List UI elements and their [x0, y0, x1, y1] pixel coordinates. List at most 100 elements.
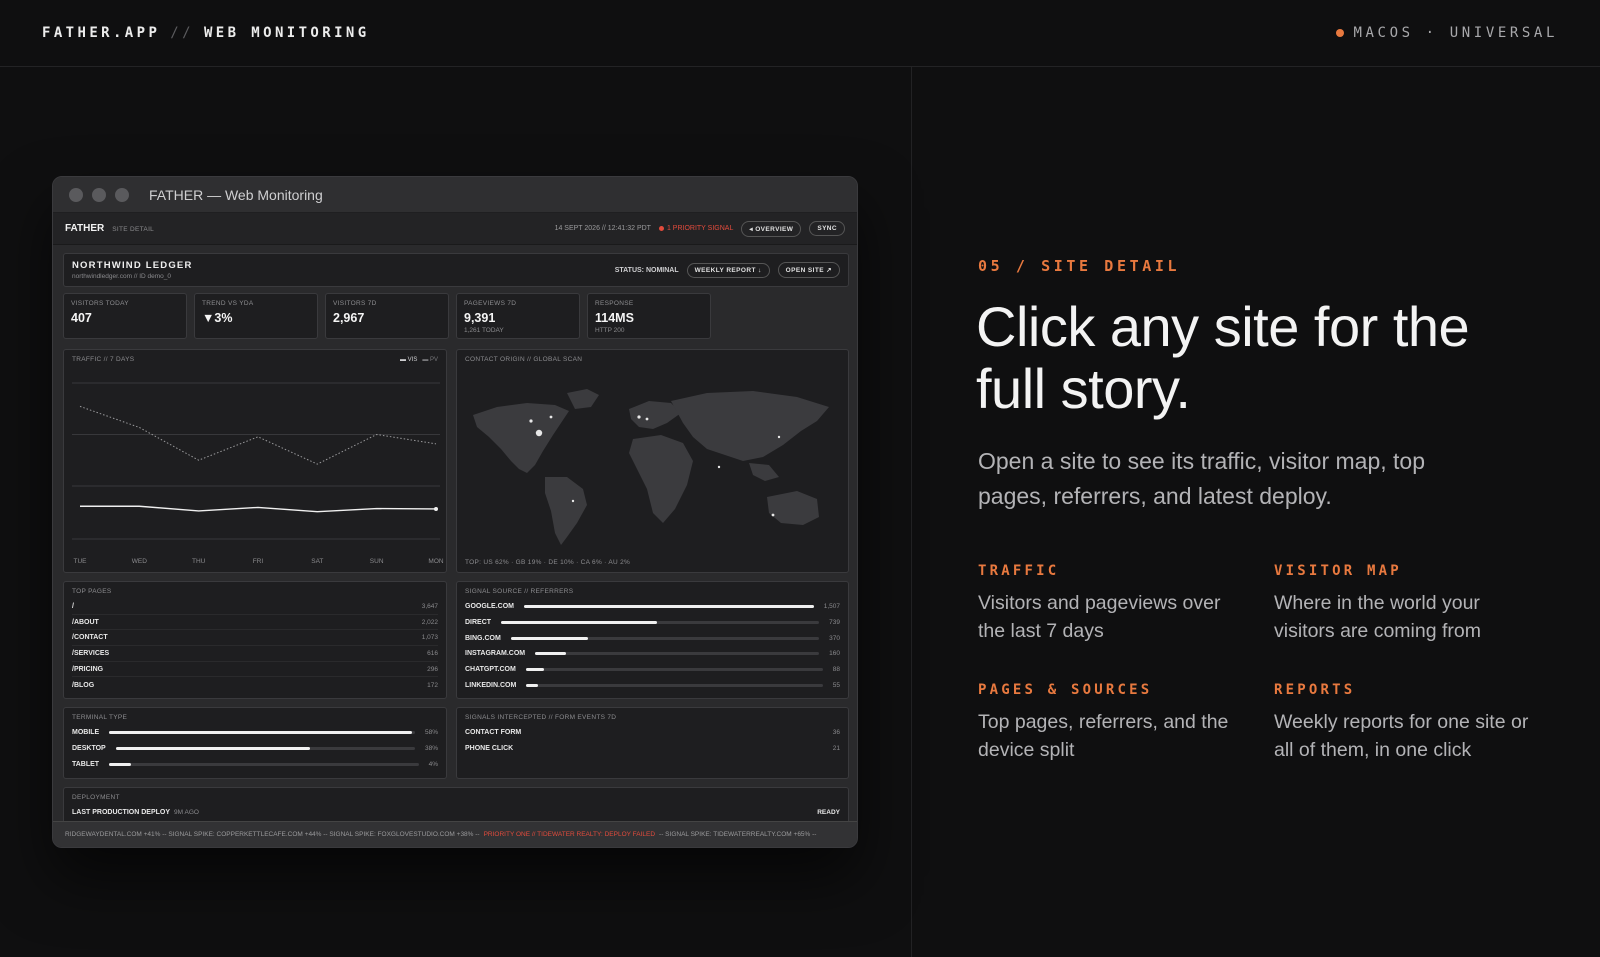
referrer-row[interactable]: INSTAGRAM.COM 160: [465, 646, 840, 662]
legend-vis[interactable]: ▬ VIS: [400, 357, 417, 363]
top-page-row[interactable]: /CONTACT 1,073: [72, 630, 438, 647]
x-tick-label: WED: [132, 558, 147, 565]
referrer-row[interactable]: LINKEDIN.COM 55: [465, 677, 840, 693]
kpi-sub: 1,261 TODAY: [464, 327, 504, 334]
referrer-name: BING.COM: [465, 634, 501, 642]
device-row[interactable]: DESKTOP 38%: [72, 741, 438, 757]
asia-shape: [671, 391, 829, 461]
series-endpoint[interactable]: [434, 506, 438, 511]
device-bar: [109, 731, 415, 735]
page-path: /PRICING: [72, 665, 104, 673]
visitor-dot[interactable]: [529, 419, 533, 423]
device-row[interactable]: MOBILE 58%: [72, 725, 438, 741]
traffic-panel: TRAFFIC // 7 DAYS ▬ VIS ▬ PV TUE WED THU FR…: [63, 349, 447, 573]
weekly-report-button[interactable]: WEEKLY REPORT ↓: [686, 262, 770, 278]
referrer-row[interactable]: CHATGPT.COM 88: [465, 662, 840, 678]
map-label: CONTACT ORIGIN // GLOBAL SCAN: [465, 356, 583, 363]
x-tick-label: TUE: [74, 558, 88, 565]
overview-button[interactable]: ◂ OVERVIEW: [741, 220, 802, 237]
device-bar-fill: [109, 762, 131, 766]
kpi-pageviews-7d: PAGEVIEWS 7D 9,391 1,261 TODAY: [456, 293, 580, 339]
page-path: /ABOUT: [72, 618, 99, 626]
kpi-label: PAGEVIEWS 7D: [464, 300, 517, 307]
referrer-bar: [501, 621, 820, 625]
window-title: FATHER — Web Monitoring: [149, 186, 323, 203]
referrer-count: 88: [832, 666, 840, 674]
device-row[interactable]: TABLET 4%: [72, 756, 438, 772]
feature-body: Weekly reports for one site or all of th…: [1274, 711, 1529, 761]
brand-section: WEB MONITORING: [203, 25, 370, 41]
top-page-row[interactable]: / 3,647: [72, 599, 438, 615]
platform-badge: MACOS · UNIVERSAL: [1335, 25, 1559, 41]
referrer-name: DIRECT: [465, 619, 492, 627]
visitor-dot[interactable]: [777, 435, 781, 439]
visitor-dot[interactable]: [637, 415, 641, 419]
ticker-text: RIDGEWAYDENTAL.COM +41% -- SIGNAL SPIKE:…: [65, 831, 480, 838]
feature-title: VISITOR MAP: [1274, 563, 1402, 579]
traffic-legend: ▬ VIS ▬ PV: [400, 357, 438, 363]
referrer-bar-fill: [525, 668, 544, 672]
referrer-bar-fill: [510, 636, 588, 640]
visitor-dot[interactable]: [771, 513, 775, 517]
deploy-row[interactable]: LAST PRODUCTION DEPLOY 9M AGO READY: [72, 805, 840, 821]
device-bar-fill: [109, 731, 412, 735]
app-brand[interactable]: FATHER: [65, 223, 104, 234]
map-footer: TOP: US 62% · GB 19% · DE 10% · CA 6% · …: [465, 559, 631, 566]
sync-button[interactable]: SYNC: [809, 221, 845, 236]
zoom-window-button[interactable]: [115, 187, 129, 202]
page-count: 296: [427, 665, 438, 673]
top-page-row[interactable]: /PRICING 296: [72, 662, 438, 678]
visitor-map-panel: CONTACT ORIGIN // GLOBAL SCAN TOP: US 62…: [456, 349, 849, 573]
kpi-label: VISITORS TODAY: [71, 300, 129, 307]
referrer-row[interactable]: GOOGLE.COM 1,507: [465, 599, 840, 615]
referrer-row[interactable]: DIRECT 739: [465, 615, 840, 631]
page-path: /SERVICES: [72, 649, 110, 657]
page-count: 2,022: [421, 618, 438, 626]
referrer-bar: [524, 605, 814, 609]
section-eyebrow: 05 / SITE DETAIL: [978, 257, 1181, 275]
form-event-row[interactable]: PHONE CLICK 21: [465, 741, 840, 757]
top-bar: FATHER.APP // WEB MONITORING MACOS · UNIVE…: [0, 0, 1600, 67]
priority-signal[interactable]: 1 PRIORITY SIGNAL: [658, 225, 733, 232]
page-count: 172: [427, 681, 438, 689]
referrer-count: 160: [829, 650, 840, 658]
kpi-label: RESPONSE: [595, 300, 634, 307]
app-toolbar: FATHER SITE DETAIL 14 SEPT 2026 // 12:41…: [53, 213, 857, 245]
minimize-window-button[interactable]: [92, 187, 106, 202]
brand-lockup[interactable]: FATHER.APP // WEB MONITORING: [42, 25, 370, 41]
open-site-button[interactable]: OPEN SITE ↗: [777, 262, 840, 278]
top-page-row[interactable]: /ABOUT 2,022: [72, 615, 438, 631]
breadcrumb: SITE DETAIL: [112, 226, 155, 233]
device-bar: [109, 762, 419, 766]
deploy-title: LAST PRODUCTION DEPLOY: [72, 809, 171, 817]
ticker-text-tail: -- SIGNAL SPIKE: TIDEWATERREALTY.COM +65…: [659, 831, 817, 838]
form-events-panel: SIGNALS INTERCEPTED // FORM EVENTS 7D CO…: [456, 707, 849, 779]
top-page-row[interactable]: /SERVICES 616: [72, 646, 438, 662]
top-page-row[interactable]: /BLOG 172: [72, 677, 438, 693]
referrers-panel: SIGNAL SOURCE // REFERRERS GOOGLE.COM 1,5…: [456, 581, 849, 699]
visitor-dot[interactable]: [549, 415, 553, 419]
site-name: NORTHWIND LEDGER: [72, 260, 193, 271]
deploy-status: READY: [817, 809, 840, 817]
visitor-dot[interactable]: [645, 417, 649, 421]
kpi-visitors-7d: VISITORS 7D 2,967: [325, 293, 449, 339]
ticker-alert[interactable]: PRIORITY ONE // TIDEWATER REALTY: DEPLOY…: [484, 831, 655, 838]
referrer-bar-fill: [535, 652, 567, 656]
visitor-dot[interactable]: [571, 499, 575, 503]
event-count: 21: [832, 745, 840, 753]
deployment-label: DEPLOYMENT: [72, 794, 120, 801]
form-event-row[interactable]: CONTACT FORM 36: [465, 725, 840, 741]
referrer-name: GOOGLE.COM: [465, 603, 514, 611]
terminal-type-panel: TERMINAL TYPE MOBILE 58% DESKTOP 38% TABLE…: [63, 707, 447, 779]
x-tick-label: THU: [192, 558, 206, 565]
device-name: TABLET: [72, 760, 100, 768]
visitor-dot[interactable]: [717, 465, 721, 469]
close-window-button[interactable]: [69, 187, 83, 202]
column-divider: [911, 67, 912, 957]
window-titlebar: FATHER — Web Monitoring: [53, 177, 857, 213]
legend-pv[interactable]: ▬ PV: [422, 357, 438, 363]
feature-pages-sources: PAGES & SOURCES Top pages, referrers, an…: [978, 682, 1238, 764]
kpi-label: VISITORS 7D: [333, 300, 377, 307]
visitor-dot[interactable]: [535, 429, 543, 437]
referrer-row[interactable]: BING.COM 370: [465, 630, 840, 646]
